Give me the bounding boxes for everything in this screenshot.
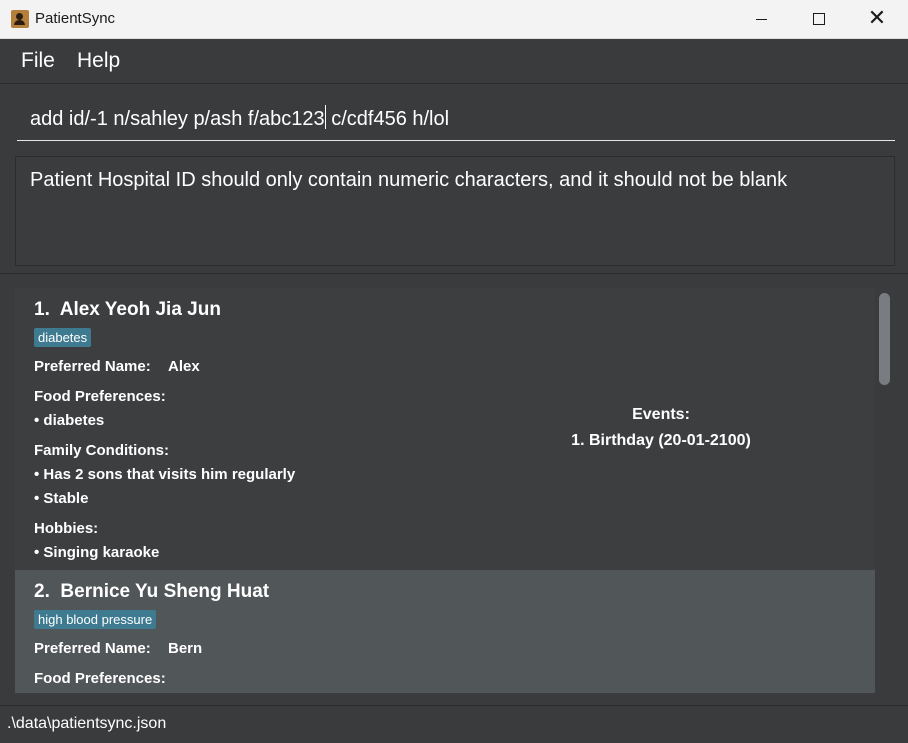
- hobby-item: • Singing karaoke: [34, 544, 160, 561]
- family-conditions-label: Family Conditions:: [34, 442, 169, 459]
- patient-list-panel: 1. Alex Yeoh Jia Jun diabetes Preferred …: [0, 273, 908, 706]
- menu-bar: File Help: [0, 39, 908, 84]
- patient-name: Bernice Yu Sheng Huat: [60, 581, 270, 602]
- title-bar: PatientSync ✕: [0, 0, 908, 39]
- minimize-button[interactable]: [732, 0, 790, 38]
- preferred-name-value: Bern: [168, 640, 203, 657]
- events-section: Events: 1. Birthday (20-01-2100): [571, 406, 751, 450]
- command-input[interactable]: add id/-1 n/sahley p/ash f/abc123 c/cdf4…: [17, 94, 895, 141]
- command-text: add id/-1 n/sahley p/ash f/abc123 c/cdf4…: [30, 105, 449, 131]
- data-file-path: .\data\patientsync.json: [7, 715, 167, 732]
- list-scrollbar-thumb[interactable]: [879, 293, 890, 385]
- maximize-icon: [813, 13, 825, 25]
- patient-index: 2.: [34, 581, 50, 602]
- command-text-before-caret: add id/-1 n/sahley p/ash f/abc123: [30, 108, 325, 130]
- menu-file[interactable]: File: [21, 49, 55, 73]
- food-preference-item: • diabetes: [34, 412, 105, 429]
- food-preferences-label: Food Preferences:: [34, 670, 166, 687]
- family-condition-item: • Stable: [34, 490, 89, 507]
- condition-tag: diabetes: [34, 328, 92, 347]
- patient-index: 1.: [34, 299, 50, 320]
- status-bar: .\data\patientsync.json: [0, 705, 908, 743]
- patient-name: Alex Yeoh Jia Jun: [59, 299, 221, 320]
- family-condition-item: • Has 2 sons that visits him regularly: [34, 466, 296, 483]
- patient-title: 1. Alex Yeoh Jia Jun: [34, 299, 221, 321]
- window-title: PatientSync: [35, 10, 116, 27]
- maximize-button[interactable]: [790, 0, 848, 38]
- condition-tag: high blood pressure: [34, 610, 157, 629]
- event-item: 1. Birthday (20-01-2100): [571, 432, 751, 449]
- menu-help[interactable]: Help: [77, 49, 120, 73]
- command-area: add id/-1 n/sahley p/ash f/abc123 c/cdf4…: [0, 84, 908, 146]
- preferred-name-value: Alex: [168, 358, 200, 375]
- hobbies-label: Hobbies:: [34, 520, 99, 537]
- preferred-name-label: Preferred Name:: [34, 358, 151, 375]
- close-icon: ✕: [867, 6, 887, 31]
- patient-card[interactable]: 1. Alex Yeoh Jia Jun diabetes Preferred …: [15, 288, 875, 570]
- minimize-icon: [755, 18, 767, 20]
- command-text-after-caret: c/cdf456 h/lol: [325, 108, 450, 130]
- patient-list[interactable]: 1. Alex Yeoh Jia Jun diabetes Preferred …: [15, 288, 875, 693]
- patient-title: 2. Bernice Yu Sheng Huat: [34, 581, 269, 603]
- preferred-name-label: Preferred Name:: [34, 640, 151, 657]
- events-label: Events:: [632, 406, 690, 423]
- patient-card-selected[interactable]: 2. Bernice Yu Sheng Huat high blood pres…: [15, 570, 875, 693]
- result-message: Patient Hospital ID should only contain …: [30, 169, 788, 191]
- result-display: Patient Hospital ID should only contain …: [15, 156, 895, 266]
- food-preferences-label: Food Preferences:: [34, 388, 166, 405]
- close-button[interactable]: ✕: [848, 0, 906, 38]
- contact-card-icon: [11, 10, 29, 28]
